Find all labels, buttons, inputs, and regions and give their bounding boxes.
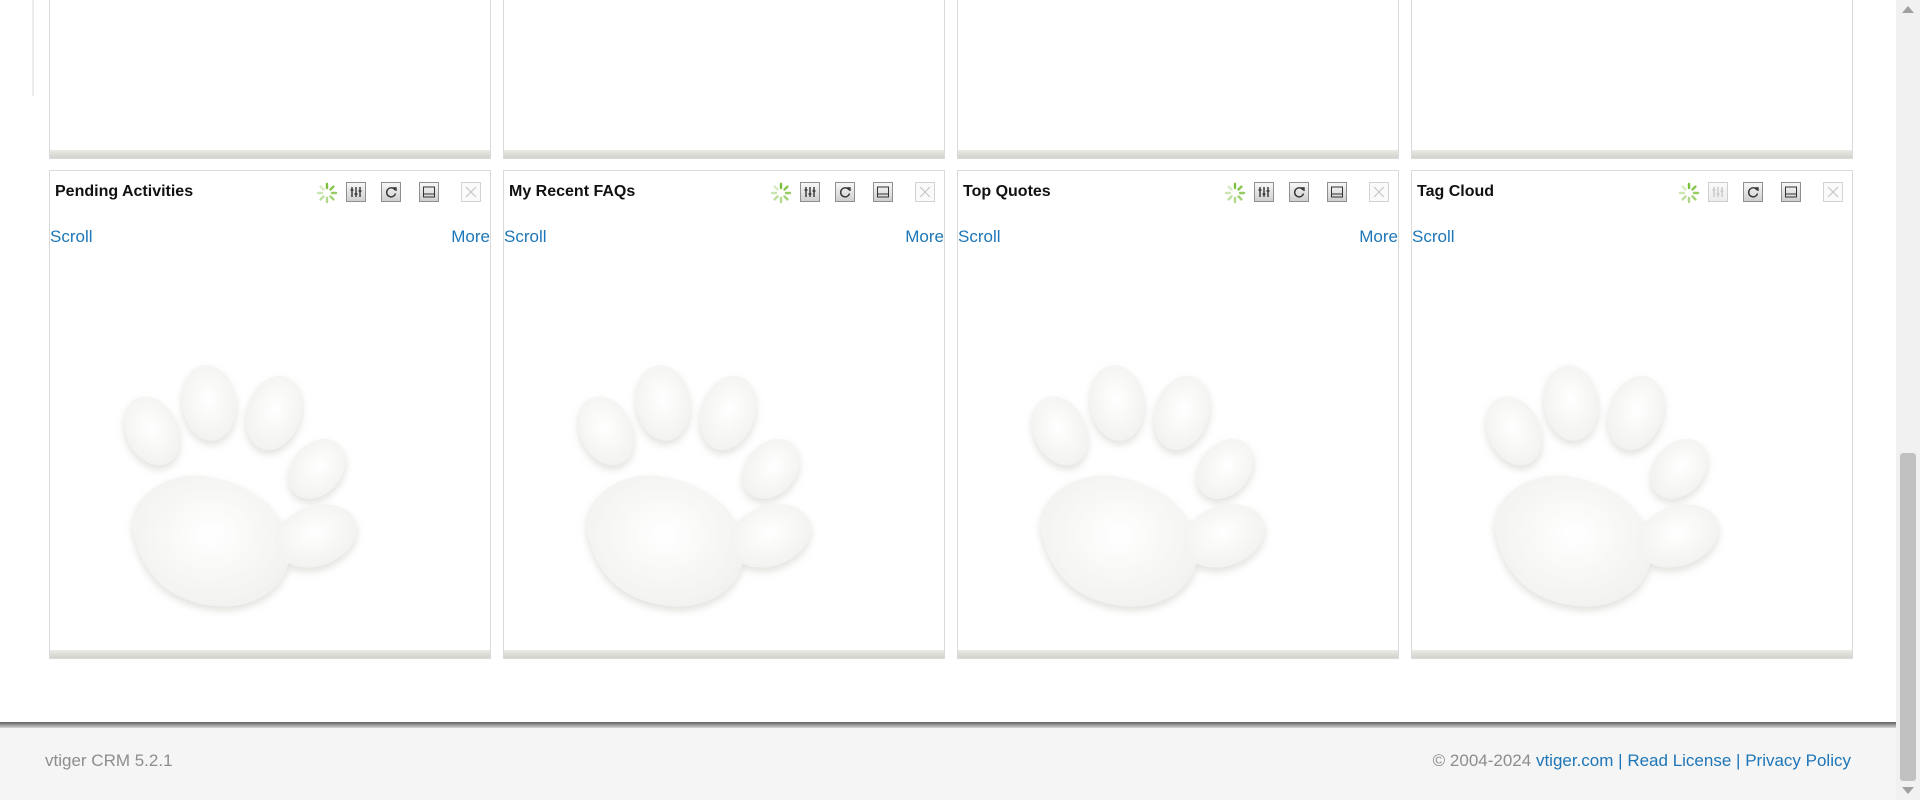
minimize-icon	[1331, 186, 1343, 198]
loading-spinner-icon	[316, 182, 338, 204]
widget-footer-bar	[958, 650, 1398, 658]
configure-icon	[350, 187, 362, 197]
more-link[interactable]: More	[451, 227, 490, 247]
vtiger-link[interactable]: vtiger.com	[1536, 751, 1613, 770]
widget-tag-cloud: Tag Cloud Scroll	[1411, 170, 1853, 659]
refresh-icon	[1293, 187, 1305, 198]
scroll-link[interactable]: Scroll	[50, 227, 93, 247]
minimize-button[interactable]	[1327, 182, 1347, 202]
widget-footer-bar	[50, 150, 490, 158]
loading-spinner-icon	[1224, 182, 1246, 204]
widget-pending-activities: Pending Activities Scroll More	[49, 170, 491, 659]
widget-footer-bar	[50, 650, 490, 658]
version-label: vtiger CRM 5.2.1	[45, 751, 173, 770]
configure-button[interactable]	[800, 182, 820, 202]
minimize-button[interactable]	[419, 182, 439, 202]
scroll-link[interactable]: Scroll	[958, 227, 1001, 247]
refresh-icon	[385, 187, 397, 198]
refresh-icon	[839, 187, 851, 198]
widget-footer-bar	[504, 650, 944, 658]
paw-watermark-icon	[1446, 361, 1746, 641]
widget-top-3	[957, 0, 1399, 159]
widget-footer-bar	[504, 150, 944, 158]
refresh-button[interactable]	[1289, 182, 1309, 202]
privacy-policy-link[interactable]: Privacy Policy	[1745, 751, 1851, 770]
minimize-button[interactable]	[1781, 182, 1801, 202]
scroll-link[interactable]: Scroll	[1412, 227, 1455, 247]
read-license-link[interactable]: Read License	[1627, 751, 1731, 770]
minimize-icon	[423, 186, 435, 198]
widget-footer-bar	[1412, 650, 1852, 658]
close-button[interactable]	[461, 182, 481, 202]
widget-header: My Recent FAQs	[504, 171, 944, 215]
configure-icon	[1712, 187, 1724, 197]
configure-button[interactable]	[346, 182, 366, 202]
widget-title: Tag Cloud	[1417, 183, 1495, 200]
paw-watermark-icon	[992, 361, 1292, 641]
widget-footer-bar	[958, 150, 1398, 158]
dashboard-area: Pending Activities Scroll More My Recent…	[0, 0, 1896, 722]
widget-top-1	[49, 0, 491, 159]
left-divider	[32, 0, 34, 96]
widget-title: Top Quotes	[963, 183, 1051, 200]
minimize-icon	[1785, 186, 1797, 198]
widget-my-recent-faqs: My Recent FAQs Scroll More	[503, 170, 945, 659]
close-icon	[1827, 186, 1839, 198]
widget-title: Pending Activities	[55, 183, 194, 200]
configure-icon	[1258, 187, 1270, 197]
widget-header: Top Quotes	[958, 171, 1398, 215]
paw-watermark-icon	[84, 361, 384, 641]
close-button[interactable]	[1369, 182, 1389, 202]
widget-top-4	[1411, 0, 1853, 159]
more-link[interactable]: More	[905, 227, 944, 247]
separator: |	[1618, 751, 1623, 770]
separator: |	[1736, 751, 1741, 770]
close-icon	[1373, 186, 1385, 198]
scroll-link[interactable]: Scroll	[504, 227, 547, 247]
widget-header: Tag Cloud	[1412, 171, 1852, 215]
minimize-button[interactable]	[873, 182, 893, 202]
close-icon	[919, 186, 931, 198]
close-button[interactable]	[915, 182, 935, 202]
configure-button[interactable]	[1254, 182, 1274, 202]
vertical-scrollbar[interactable]	[1896, 0, 1920, 800]
scroll-down-arrow-icon[interactable]	[1902, 787, 1914, 794]
paw-watermark-icon	[538, 361, 838, 641]
refresh-button[interactable]	[1743, 182, 1763, 202]
scrollbar-thumb[interactable]	[1900, 453, 1916, 781]
configure-button	[1708, 182, 1728, 202]
more-link[interactable]: More	[1359, 227, 1398, 247]
loading-spinner-icon	[1678, 182, 1700, 204]
copyright-text: © 2004-2024	[1432, 751, 1532, 770]
copyright-line: © 2004-2024 vtiger.com | Read License | …	[1433, 751, 1851, 771]
widget-footer-bar	[1412, 150, 1852, 158]
widget-header: Pending Activities	[50, 171, 490, 215]
widget-top-quotes: Top Quotes Scroll More	[957, 170, 1399, 659]
close-button[interactable]	[1823, 182, 1843, 202]
page-footer: vtiger CRM 5.2.1 © 2004-2024 vtiger.com …	[0, 728, 1896, 800]
loading-spinner-icon	[770, 182, 792, 204]
configure-icon	[804, 187, 816, 197]
refresh-button[interactable]	[381, 182, 401, 202]
widget-top-2	[503, 0, 945, 159]
refresh-icon	[1747, 187, 1759, 198]
minimize-icon	[877, 186, 889, 198]
refresh-button[interactable]	[835, 182, 855, 202]
scroll-up-arrow-icon[interactable]	[1902, 6, 1914, 13]
widget-title: My Recent FAQs	[509, 183, 636, 200]
close-icon	[465, 186, 477, 198]
